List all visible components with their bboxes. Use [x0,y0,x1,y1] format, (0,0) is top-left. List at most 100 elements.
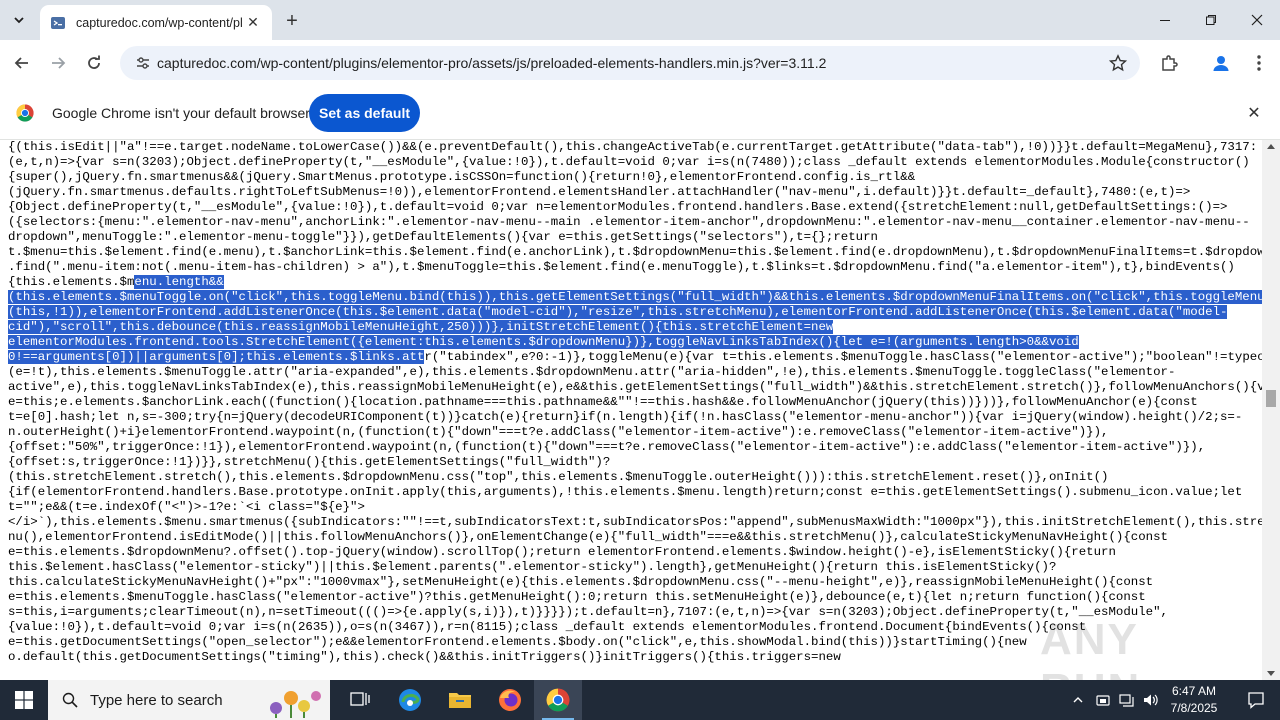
code-line[interactable]: n.outerHeight()+i}elementorFrontend.wayp… [8,425,1262,440]
selected-text[interactable]: (this.elements.$menuToggle.on("click",th… [8,290,1262,304]
arrow-right-icon [52,57,66,69]
window-close-button[interactable] [1234,0,1280,40]
selected-text[interactable]: elementorModules.frontend.tools.StretchE… [8,335,1079,349]
code-line[interactable]: e=this.elements.$menuToggle.hasClass("el… [8,590,1262,605]
restore-button[interactable] [1188,0,1234,40]
shield-icon [1096,695,1110,706]
code-line[interactable]: {this.elements.$menu.length&& [8,275,1262,290]
code-line[interactable]: (jQuery.fn.smartmenus.defaults.rightToLe… [8,185,1262,200]
code-line[interactable]: nu(),elementorFrontend.isEditMode()||thi… [8,530,1262,545]
scroll-up-arrow-icon[interactable] [1267,144,1275,149]
tab-search-button[interactable] [6,8,32,32]
tray-overflow-button[interactable] [1068,680,1088,720]
code-line[interactable]: t.$menu=this.$element.find(e.menu),t.$an… [8,245,1262,260]
edge-icon [399,689,421,711]
code-line[interactable]: ({selectors:{menu:".elementor-nav-menu",… [8,215,1262,230]
clock-date: 7/8/2025 [1170,701,1218,715]
tab-active[interactable]: capturedoc.com/wp-content/pl ✕ [40,5,272,40]
code-line[interactable]: elementorModules.frontend.tools.StretchE… [8,335,1262,350]
tab-strip: capturedoc.com/wp-content/pl ✕ + [0,0,1280,40]
chevron-up-icon [1073,697,1083,703]
screen: capturedoc.com/wp-content/pl ✕ + capture… [0,0,1280,720]
code-line[interactable]: (e,t,n)=>{var s=n(3203);Object.definePro… [8,155,1262,170]
minimize-icon [1160,20,1170,21]
scroll-down-arrow-icon[interactable] [1267,671,1275,676]
reload-button[interactable] [80,49,108,77]
address-bar[interactable]: capturedoc.com/wp-content/plugins/elemen… [120,46,1140,80]
code-line[interactable]: dropdown",menuToggle:".elementor-menu-to… [8,230,1262,245]
default-browser-infobar: Google Chrome isn't your default browser… [0,86,1280,140]
code-line[interactable]: t=e[0].hash;let n,s=-300;try{n=jQuery(de… [8,410,1262,425]
tray-security-button[interactable] [1092,680,1114,720]
extensions-button[interactable] [1155,49,1183,77]
task-view-button[interactable] [336,680,384,720]
taskbar-clock[interactable]: 6:47 AM 7/8/2025 [1156,683,1232,717]
code-line[interactable]: 0!==arguments[0])||arguments[0];this.ele… [8,350,1262,365]
profile-button[interactable] [1207,49,1235,77]
chrome-icon [546,688,570,712]
tab-close-icon[interactable]: ✕ [244,14,262,32]
puzzle-icon [1162,55,1178,71]
selected-text[interactable]: cid"),"scroll",this.debounce(this.reassi… [8,320,834,334]
code-line[interactable]: e=this;e.elements.$anchorLink.each((func… [8,395,1262,410]
task-view-icon [350,692,370,706]
code-line[interactable]: {offset:s,triggerOnce:!1})}},stretchMenu… [8,455,1262,470]
infobar-message: Google Chrome isn't your default browser [52,105,310,121]
windows-logo-icon [15,691,33,709]
taskbar-file-explorer[interactable] [436,680,484,720]
anyrun-watermark: ANY RUN [1040,615,1139,714]
code-line[interactable]: (this.stretchElement.stretch(),this.elem… [8,470,1262,485]
code-line[interactable]: (e=!t),this.elements.$menuToggle.attr("a… [8,365,1262,380]
chrome-logo-icon [16,104,34,122]
code-line[interactable]: {if(elementorFrontend.handlers.Base.prot… [8,485,1262,500]
code-line[interactable]: {Object.defineProperty(t,"__esModule",{v… [8,200,1262,215]
code-line[interactable]: cid"),"scroll",this.debounce(this.reassi… [8,320,1262,335]
notification-center-button[interactable] [1232,680,1280,720]
tab-title: capturedoc.com/wp-content/pl [76,15,243,30]
code-line[interactable]: active",e),this.toggleNavLinksTabIndex(e… [8,380,1262,395]
back-button[interactable] [8,49,36,77]
code-line[interactable]: {super(),jQuery.fn.smartmenus&&(jQuery.S… [8,170,1262,185]
selected-text[interactable]: enu.length&& [134,275,224,289]
search-icon [62,692,78,708]
tune-icon[interactable] [132,52,154,74]
code-line[interactable]: e=this.elements.$dropdownMenu?.offset().… [8,545,1262,560]
code-line[interactable]: .find(".menu-item:not(.menu-item-has-chi… [8,260,1262,275]
vertical-scrollbar[interactable] [1262,140,1280,680]
code-line[interactable]: {offset:"50%",triggerOnce:!1}),elementor… [8,440,1262,455]
taskbar-chrome[interactable] [534,680,582,720]
code-line[interactable]: this.$element.hasClass("elementor-sticky… [8,560,1262,575]
set-default-button[interactable]: Set as default [309,94,420,132]
start-button[interactable] [0,680,48,720]
folder-icon [449,693,471,708]
page-content[interactable]: e.some((e=>e.classList.contains("e-n-men… [0,140,1262,680]
infobar-close-icon[interactable]: ✕ [1244,103,1264,123]
code-line[interactable]: (this.elements.$menuToggle.on("click",th… [8,290,1262,305]
clock-time: 6:47 AM [1171,684,1217,698]
code-line[interactable]: (this,!1)),elementorFrontend.addListener… [8,305,1262,320]
url-text[interactable]: capturedoc.com/wp-content/plugins/elemen… [157,55,826,71]
tray-network-button[interactable] [1116,680,1138,720]
taskbar-firefox[interactable] [486,680,534,720]
selected-text[interactable]: 0!==arguments[0])||arguments[0];this.ele… [8,350,425,364]
browser-toolbar: capturedoc.com/wp-content/plugins/elemen… [0,40,1280,86]
code-text[interactable]: e.some((e=>e.classList.contains("e-n-men… [8,140,1262,665]
taskbar-edge[interactable] [386,680,434,720]
flower-decoration-icon [270,691,321,718]
new-tab-button[interactable]: + [280,9,304,33]
star-icon[interactable] [1108,53,1128,73]
page-favicon-icon [50,15,66,31]
network-icon [1119,694,1134,707]
code-line[interactable]: this.calculateStickyMenuNavHeight()+"px"… [8,575,1262,590]
minimize-button[interactable] [1142,0,1188,40]
taskbar-search-box[interactable]: Type here to search [48,680,330,720]
forward-button[interactable] [44,49,72,77]
chrome-menu-button[interactable] [1245,49,1273,77]
firefox-icon [499,689,521,711]
scrollbar-thumb[interactable] [1266,390,1276,407]
chevron-down-icon [14,17,24,24]
selected-text[interactable]: (this,!1)),elementorFrontend.addListener… [8,305,1228,319]
code-line[interactable]: t="";e&&(t=e.indexOf("<")>-1?e:`<i class… [8,500,1262,515]
code-line[interactable]: {(this.isEdit||"a"!==e.target.nodeName.t… [8,140,1262,155]
code-line[interactable]: </i>`),this.elements.$menu.smartmenus({s… [8,515,1262,530]
